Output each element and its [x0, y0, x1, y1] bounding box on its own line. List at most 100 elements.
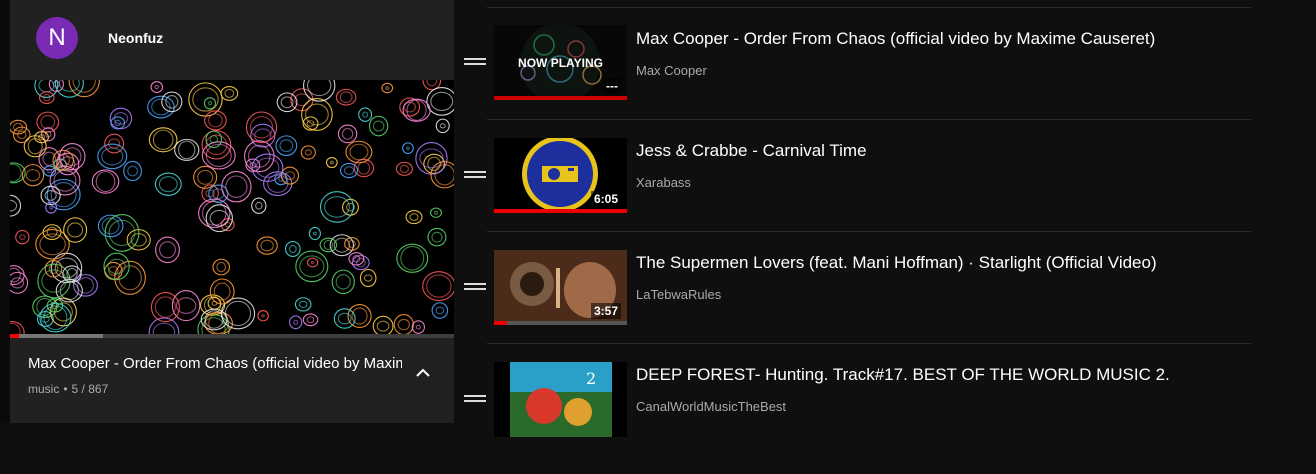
art-ring — [38, 147, 60, 171]
art-ring — [10, 267, 21, 283]
art-ring — [152, 129, 174, 151]
queue-item[interactable]: 2 DEEP FOREST- Hunting. Track#17. BEST O… — [454, 362, 1254, 474]
art-ring — [434, 210, 438, 215]
art-ring — [198, 198, 231, 229]
album-cover-thumbnail: 2 — [494, 362, 627, 437]
art-ring — [359, 268, 377, 288]
account-name: Neonfuz — [108, 30, 164, 46]
queue-item[interactable]: 6:05 Jess & Crabbe - Carnival Time Xarab… — [454, 138, 1254, 250]
art-ring — [52, 80, 60, 88]
now-playing-title: Max Cooper - Order From Chaos (official … — [28, 355, 402, 372]
channel-name[interactable]: CanalWorldMusicTheBest — [636, 399, 786, 414]
video-thumbnail[interactable]: 3:57 — [494, 250, 627, 325]
art-ring — [203, 97, 217, 110]
video-title[interactable]: The Supermen Lovers (feat. Mani Hoffman)… — [636, 253, 1157, 273]
drag-handle-icon[interactable] — [464, 283, 486, 295]
art-ring — [44, 259, 63, 278]
playlist-position: 5 / 867 — [71, 382, 109, 396]
art-ring — [10, 163, 22, 183]
drag-handle-icon[interactable] — [464, 58, 486, 70]
art-ring — [304, 149, 312, 156]
svg-text:2: 2 — [586, 369, 596, 388]
art-ring — [422, 271, 454, 302]
drag-handle-icon[interactable] — [464, 395, 486, 407]
video-thumbnail[interactable]: NOW PLAYING --- — [494, 25, 627, 100]
art-ring — [426, 274, 452, 298]
art-ring — [261, 314, 265, 318]
art-ring — [107, 258, 126, 275]
art-ring — [298, 300, 308, 308]
art-ring — [427, 156, 441, 171]
video-frame — [10, 80, 454, 338]
art-ring — [393, 314, 414, 336]
watched-bar — [494, 321, 508, 325]
list-divider — [487, 119, 1251, 120]
art-ring — [197, 169, 214, 185]
art-ring — [399, 164, 409, 174]
art-ring — [435, 118, 450, 134]
video-duration: 3:57 — [590, 303, 621, 319]
art-ring — [323, 196, 350, 218]
playlist-meta: music • 5 / 867 — [28, 382, 108, 396]
art-ring — [358, 107, 373, 122]
art-ring — [343, 166, 355, 175]
art-ring — [150, 81, 164, 94]
art-ring — [306, 316, 315, 324]
art-ring — [372, 120, 385, 132]
channel-name[interactable]: Xarabass — [636, 175, 691, 190]
art-ring — [405, 209, 423, 225]
art-ring — [305, 103, 329, 126]
art-ring — [40, 315, 50, 323]
video-title[interactable]: Max Cooper - Order From Chaos (official … — [636, 29, 1155, 49]
video-thumbnail[interactable]: 2 — [494, 362, 627, 437]
video-player[interactable] — [10, 80, 454, 338]
video-duration: --- — [603, 78, 621, 94]
art-ring — [349, 143, 369, 161]
avatar[interactable]: N — [36, 17, 78, 59]
art-ring — [357, 161, 371, 175]
art-ring — [341, 127, 354, 140]
art-ring — [251, 197, 267, 214]
art-ring — [376, 320, 390, 332]
art-ring — [208, 113, 223, 128]
art-ring — [101, 147, 124, 166]
art-ring — [257, 310, 269, 322]
art-ring — [154, 84, 160, 90]
art-ring — [279, 139, 294, 153]
art-ring — [224, 88, 235, 98]
drag-handle-icon[interactable] — [464, 171, 486, 183]
art-ring — [329, 160, 334, 165]
art-ring — [47, 168, 53, 174]
art-ring — [10, 277, 25, 289]
art-ring — [426, 80, 438, 87]
channel-name[interactable]: Max Cooper — [636, 63, 707, 78]
art-ring — [302, 313, 319, 327]
video-thumbnail[interactable]: 6:05 — [494, 138, 627, 213]
art-ring — [21, 164, 45, 187]
art-ring — [10, 194, 22, 217]
art-ring — [294, 297, 312, 312]
art-ring — [224, 300, 252, 327]
art-ring — [158, 176, 178, 193]
art-ring — [300, 145, 316, 160]
chevron-up-icon[interactable] — [412, 362, 434, 384]
art-ring — [430, 207, 442, 218]
art-ring — [95, 170, 116, 193]
channel-name[interactable]: LaTebwaRules — [636, 287, 721, 302]
art-ring — [40, 115, 56, 130]
watched-bar-track — [494, 321, 627, 325]
art-ring — [342, 198, 359, 216]
progress-bar[interactable] — [10, 334, 454, 338]
video-title[interactable]: DEEP FOREST- Hunting. Track#17. BEST OF … — [636, 365, 1170, 385]
art-ring — [127, 165, 138, 177]
art-ring — [63, 217, 88, 243]
list-divider — [487, 231, 1251, 232]
watched-bar — [494, 209, 627, 213]
art-ring — [312, 231, 317, 236]
queue-item[interactable]: NOW PLAYING --- Max Cooper - Order From … — [454, 25, 1254, 137]
queue-item[interactable]: 3:57 The Supermen Lovers (feat. Mani Hof… — [454, 250, 1254, 362]
art-ring — [406, 99, 427, 121]
video-title[interactable]: Jess & Crabbe - Carnival Time — [636, 141, 867, 161]
art-ring — [415, 324, 421, 330]
art-ring — [255, 201, 263, 210]
